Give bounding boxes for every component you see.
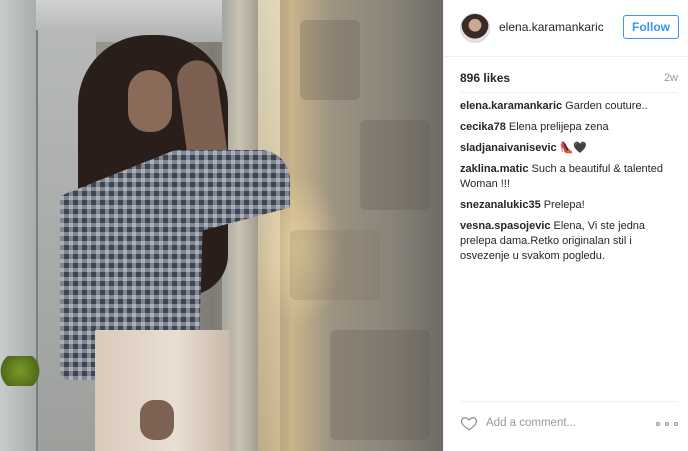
divider [460, 92, 678, 93]
stone-wall-block [360, 120, 430, 210]
comment-list: elena.karamankaric Garden couture.. cecik… [460, 99, 676, 270]
heart-icon[interactable] [460, 414, 478, 432]
comment-text: Prelepa! [543, 199, 585, 211]
comment-item: snezanalukic35 Prelepa! [460, 198, 676, 213]
comment-author[interactable]: elena.karamankaric [460, 100, 562, 112]
footer-divider [460, 401, 678, 402]
post-header: elena.karamankaric Follow [444, 0, 688, 57]
post-age[interactable]: 2w [664, 72, 678, 84]
stone-wall-block [290, 230, 380, 300]
stone-wall-block [300, 20, 360, 100]
comment-author[interactable]: vesna.spasojevic [460, 220, 551, 232]
comment-author[interactable]: sladjanaivanisevic [460, 142, 557, 154]
comment-text: 👠🖤 [559, 142, 588, 154]
likes-count[interactable]: 896 likes [460, 71, 510, 85]
comment-text: Elena prelijepa zena [508, 121, 609, 133]
follow-button[interactable]: Follow [623, 15, 679, 39]
post-photo[interactable] [0, 0, 443, 451]
dot [674, 422, 678, 426]
woman-hand [140, 400, 174, 440]
dot [656, 422, 660, 426]
stone-wall-block [330, 330, 430, 440]
post-sidebar: elena.karamankaric Follow 896 likes 2w e… [443, 0, 688, 451]
comment-item: sladjanaivanisevic 👠🖤 [460, 141, 676, 156]
comment-text: Garden couture.. [565, 100, 648, 112]
comment-author[interactable]: cecika78 [460, 121, 506, 133]
likes-row: 896 likes 2w [460, 71, 678, 87]
comment-author[interactable]: zaklina.matic [460, 163, 528, 175]
heart-icon-glyph [460, 417, 478, 431]
comment-item: cecika78 Elena prelijepa zena [460, 120, 676, 135]
comment-input[interactable] [486, 413, 636, 433]
comment-item: zaklina.matic Such a beautiful & talented… [460, 162, 676, 192]
ellipsis-icon[interactable] [656, 420, 678, 428]
avatar[interactable] [460, 13, 490, 43]
dot [665, 422, 669, 426]
plant-leaves [0, 356, 48, 386]
comment-item: elena.karamankaric Garden couture.. [460, 99, 676, 114]
author-username[interactable]: elena.karamankaric [499, 20, 604, 34]
comment-item: vesna.spasojevic Elena, Vi ste jedna prel… [460, 219, 676, 264]
comment-author[interactable]: snezanalukic35 [460, 199, 541, 211]
woman-face [128, 70, 172, 132]
